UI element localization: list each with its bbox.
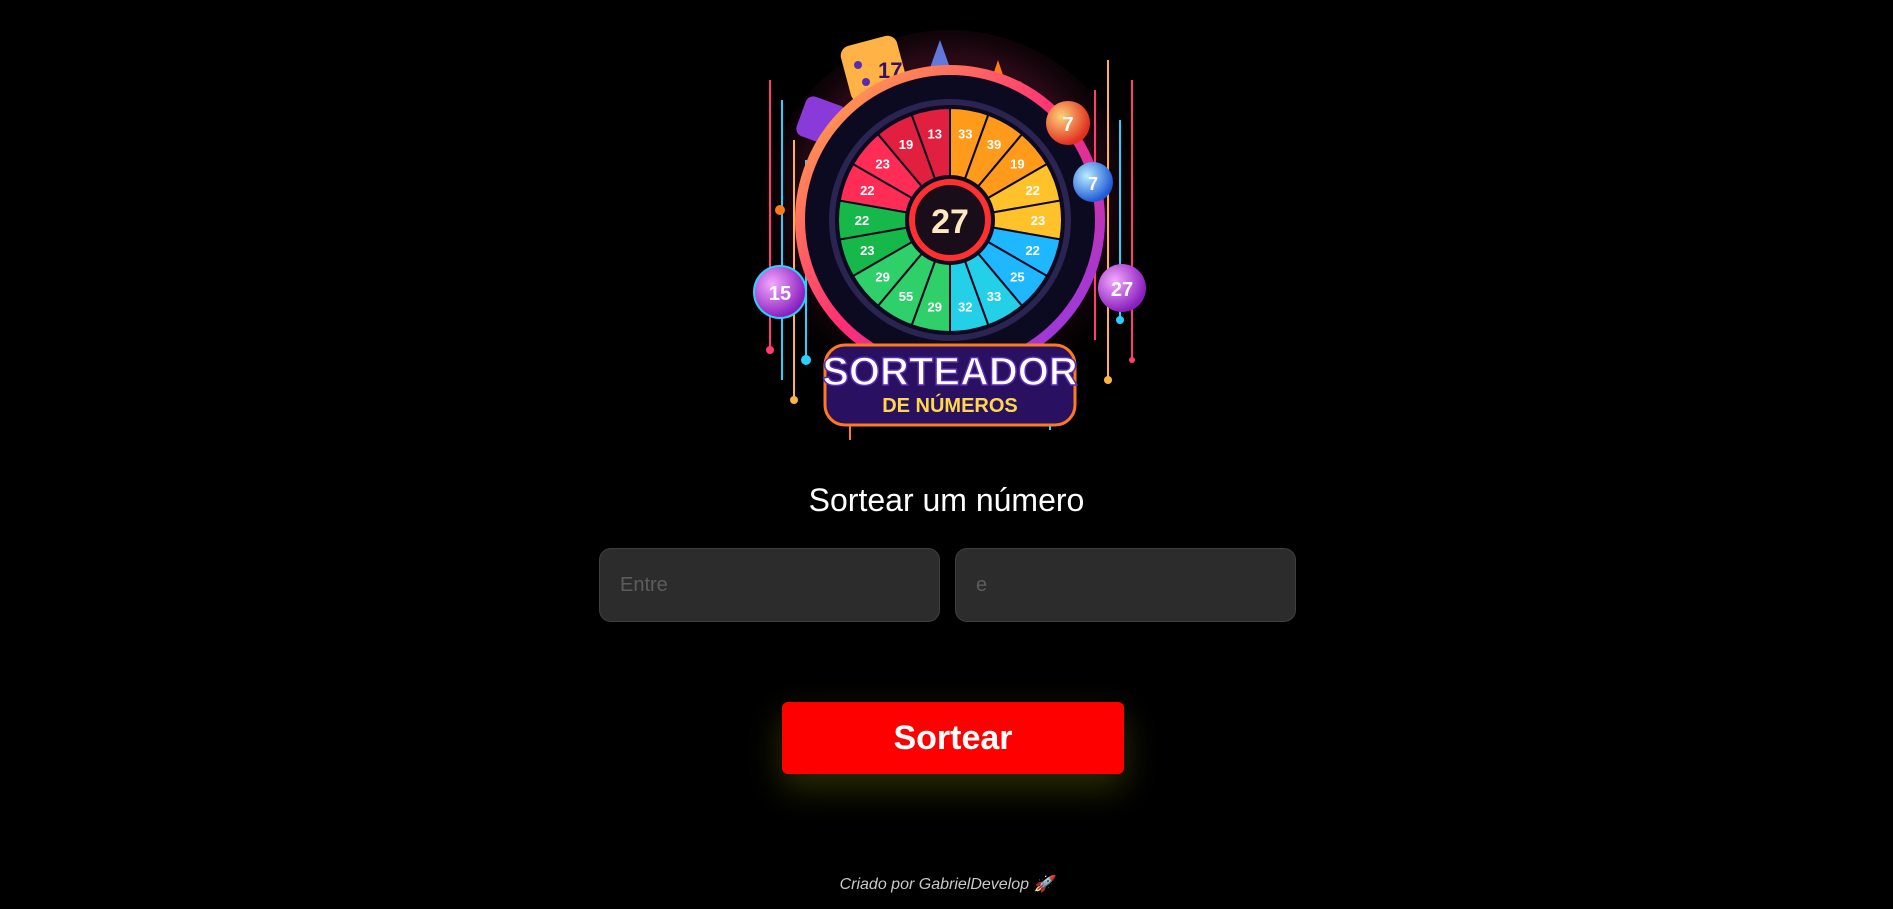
wheel-number: 23: [1031, 213, 1045, 228]
wheel-number: 33: [958, 126, 972, 141]
draw-button[interactable]: Sortear: [782, 702, 1124, 774]
wheel-number: 23: [860, 243, 874, 258]
footer-credit: Criado por GabrielDevelop 🚀: [839, 876, 1054, 893]
wheel-number: 39: [987, 137, 1001, 152]
wheel-number: 25: [1010, 270, 1024, 285]
wheel-number: 22: [1025, 183, 1039, 198]
wheel-number: 33: [987, 289, 1001, 304]
wheel-number: 23: [875, 156, 889, 171]
logo-subtitle: DE NÚMEROS: [882, 393, 1018, 417]
wheel-number: 13: [927, 126, 941, 141]
svg-text:7: 7: [1088, 174, 1098, 194]
wheel-number: 22: [860, 183, 874, 198]
wheel-number: 32: [958, 300, 972, 315]
wheel-number: 22: [855, 213, 869, 228]
svg-text:7: 7: [1062, 114, 1073, 136]
wheel-number: 55: [899, 289, 913, 304]
svg-text:15: 15: [769, 283, 791, 305]
wheel-number: 22: [1025, 243, 1039, 258]
logo-title: SORTEADOR: [822, 350, 1078, 394]
range-start-input[interactable]: [599, 548, 940, 622]
range-end-input[interactable]: [955, 548, 1296, 622]
wheel-number: 29: [927, 300, 941, 315]
wheel-number: 29: [875, 270, 889, 285]
center-number: 27: [931, 203, 969, 241]
wheel-number: 19: [1010, 156, 1024, 171]
ball-left: 15: [753, 265, 807, 319]
sorteador-logo: 17 333919222322253332295529232222231913 …: [753, 30, 1146, 440]
ball-mid: 7: [1073, 162, 1113, 202]
page: 17 33 39 19 22 23 22 25 33 32 29 55 29 23 22 22 23 19 13 …: [0, 0, 1893, 909]
ball-right: 27: [1098, 264, 1146, 312]
page-title: Sortear um número: [808, 482, 1085, 518]
wheel-number: 19: [899, 137, 913, 152]
svg-text:27: 27: [1111, 279, 1133, 301]
ball-top: 7: [1046, 101, 1090, 145]
logo-banner: SORTEADOR DE NÚMEROS: [821, 343, 1079, 427]
